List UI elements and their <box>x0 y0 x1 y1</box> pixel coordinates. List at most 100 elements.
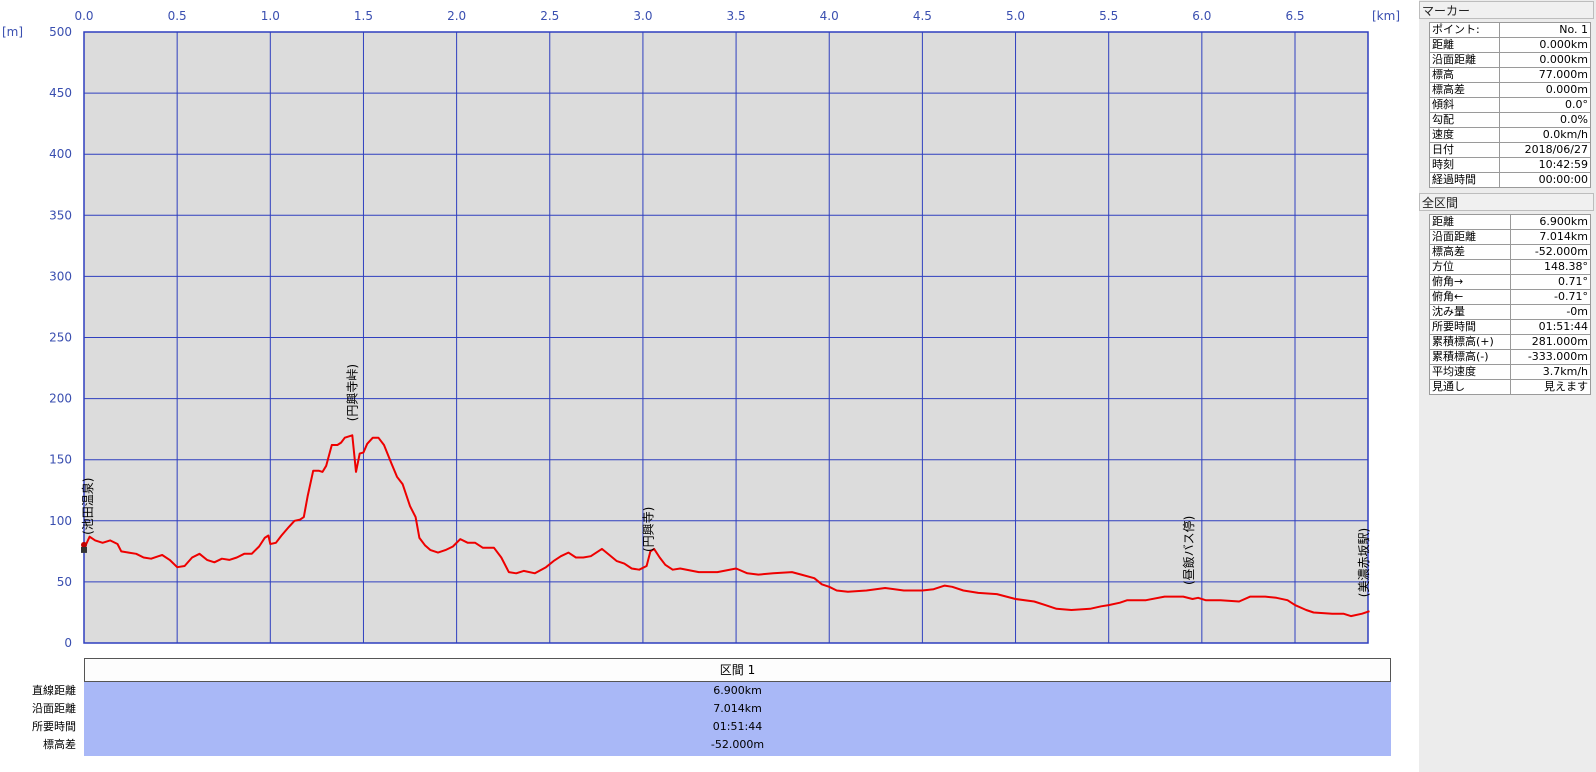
info-value: 00:00:00 <box>1499 172 1591 188</box>
info-label: 累積標高(-) <box>1428 349 1512 365</box>
info-value: 6.900km <box>1510 214 1591 230</box>
info-row: 距離 6.900km <box>1428 214 1591 230</box>
info-value: 3.7km/h <box>1510 364 1591 380</box>
info-value: 10:42:59 <box>1499 157 1591 173</box>
info-value: -0.71° <box>1510 289 1591 305</box>
info-label: 日付 <box>1428 142 1501 158</box>
info-value: 7.014km <box>1510 229 1591 245</box>
x-tick-label: 3.0 <box>633 9 652 23</box>
info-label: 標高差 <box>1428 82 1501 98</box>
info-label: 沿面距離 <box>1428 229 1512 245</box>
info-row: 累積標高(-) -333.000m <box>1428 349 1591 365</box>
info-value: 01:51:44 <box>1510 319 1591 335</box>
info-value: -0m <box>1510 304 1591 320</box>
info-value: 0.000km <box>1499 52 1591 68</box>
info-label: 俯角→ <box>1428 274 1512 290</box>
y-tick-label: 450 <box>49 86 72 100</box>
x-tick-label: 5.5 <box>1099 9 1118 23</box>
elevation-chart-svg[interactable]: 0.0 0.5 1.0 1.5 2.0 2.5 3.0 3.5 4.0 4.5 5.0 5.5 6.0 6… <box>0 0 1410 660</box>
info-value: 0.71° <box>1510 274 1591 290</box>
info-row: 累積標高(+) 281.000m <box>1428 334 1591 350</box>
info-label: 距離 <box>1428 214 1512 230</box>
info-value: 77.000m <box>1499 67 1591 83</box>
section-row-label: 標高差 <box>43 738 76 751</box>
info-row: 日付 2018/06/27 <box>1428 142 1591 158</box>
info-label: 俯角← <box>1428 289 1512 305</box>
info-row: 所要時間 01:51:44 <box>1428 319 1591 335</box>
x-tick-label: 4.5 <box>913 9 932 23</box>
section-row-value: 01:51:44 <box>712 720 763 733</box>
info-label: 標高 <box>1428 67 1501 83</box>
x-tick-label: 5.0 <box>1006 9 1025 23</box>
info-row: 沈み量 -0m <box>1428 304 1591 320</box>
x-tick-label: 0.0 <box>74 9 93 23</box>
info-label: 所要時間 <box>1428 319 1512 335</box>
info-label: 沿面距離 <box>1428 52 1501 68</box>
x-unit-label: [km] <box>1372 9 1400 23</box>
info-row: 沿面距離 7.014km <box>1428 229 1591 245</box>
info-label: 経過時間 <box>1428 172 1501 188</box>
info-label: 速度 <box>1428 127 1501 143</box>
y-tick-label: 250 <box>49 331 72 345</box>
info-row: 経過時間 00:00:00 <box>1428 172 1591 188</box>
y-tick-label: 300 <box>49 269 72 283</box>
section-header[interactable]: 区間 1 <box>84 658 1391 682</box>
all-section-table: 距離 6.900km 沿面距離 7.014km 標高差 -52.000m 方位 148.38°… <box>1428 214 1591 395</box>
y-tick-label: 200 <box>49 392 72 406</box>
info-label: 距離 <box>1428 37 1501 53</box>
info-label: 沈み量 <box>1428 304 1512 320</box>
info-label: 方位 <box>1428 259 1512 275</box>
info-row: 見通し 見えます <box>1428 379 1591 395</box>
section-row-label: 直線距離 <box>32 684 76 697</box>
marker-table: ポイント: No. 1 距離 0.000km 沿面距離 0.000km 標高 77.000m 標… <box>1428 22 1591 188</box>
info-label: 勾配 <box>1428 112 1501 128</box>
info-value: -333.000m <box>1510 349 1591 365</box>
x-tick-label: 1.5 <box>354 9 373 23</box>
info-value: No. 1 <box>1499 22 1591 38</box>
section-row-value: -52.000m <box>710 738 765 751</box>
info-value: 0.0° <box>1499 97 1591 113</box>
info-value: 2018/06/27 <box>1499 142 1591 158</box>
info-row: 沿面距離 0.000km <box>1428 52 1591 68</box>
info-row: 標高 77.000m <box>1428 67 1591 83</box>
y-tick-label: 350 <box>49 208 72 222</box>
info-value: 0.000km <box>1499 37 1591 53</box>
y-tick-label: 150 <box>49 453 72 467</box>
x-tick-label: 1.0 <box>261 9 280 23</box>
x-tick-label: 6.0 <box>1192 9 1211 23</box>
info-row: 平均速度 3.7km/h <box>1428 364 1591 380</box>
elevation-chart[interactable]: 0.0 0.5 1.0 1.5 2.0 2.5 3.0 3.5 4.0 4.5 5.0 5.5 6.0 6… <box>0 0 1410 772</box>
x-tick-label: 3.5 <box>727 9 746 23</box>
y-tick-label: 0 <box>64 636 72 650</box>
x-tick-label: 0.5 <box>168 9 187 23</box>
section-row-label: 所要時間 <box>32 720 76 733</box>
x-tick-label: 4.0 <box>820 9 839 23</box>
y-tick-label: 100 <box>49 514 72 528</box>
info-row: 俯角→ 0.71° <box>1428 274 1591 290</box>
info-value: 0.000m <box>1499 82 1591 98</box>
waypoint-label: (美濃赤坂駅) <box>1357 528 1371 597</box>
info-row: 勾配 0.0% <box>1428 112 1591 128</box>
info-row: 時刻 10:42:59 <box>1428 157 1591 173</box>
y-tick-label: 50 <box>57 575 72 589</box>
info-row: ポイント: No. 1 <box>1428 22 1591 38</box>
section-row-value: 6.900km <box>713 684 762 697</box>
info-row: 俯角← -0.71° <box>1428 289 1591 305</box>
section-row-label: 沿面距離 <box>32 702 76 715</box>
info-label: 累積標高(+) <box>1428 334 1512 350</box>
info-row: 距離 0.000km <box>1428 37 1591 53</box>
x-tick-label: 2.5 <box>540 9 559 23</box>
info-value: 0.0km/h <box>1499 127 1591 143</box>
start-marker-icon <box>81 546 87 553</box>
y-unit-label: [m] <box>2 25 23 39</box>
section-row-value: 7.014km <box>713 702 762 715</box>
info-label: 傾斜 <box>1428 97 1501 113</box>
y-tick-label: 400 <box>49 147 72 161</box>
all-section-panel-header[interactable]: 全区間 <box>1419 193 1594 211</box>
section-body: 6.900km 7.014km 01:51:44 -52.000m <box>84 682 1391 756</box>
marker-panel-header[interactable]: マーカー <box>1419 1 1594 19</box>
info-label: 見通し <box>1428 379 1512 395</box>
info-label: 時刻 <box>1428 157 1501 173</box>
info-row: 標高差 0.000m <box>1428 82 1591 98</box>
waypoint-label: (池田温泉) <box>81 478 95 535</box>
